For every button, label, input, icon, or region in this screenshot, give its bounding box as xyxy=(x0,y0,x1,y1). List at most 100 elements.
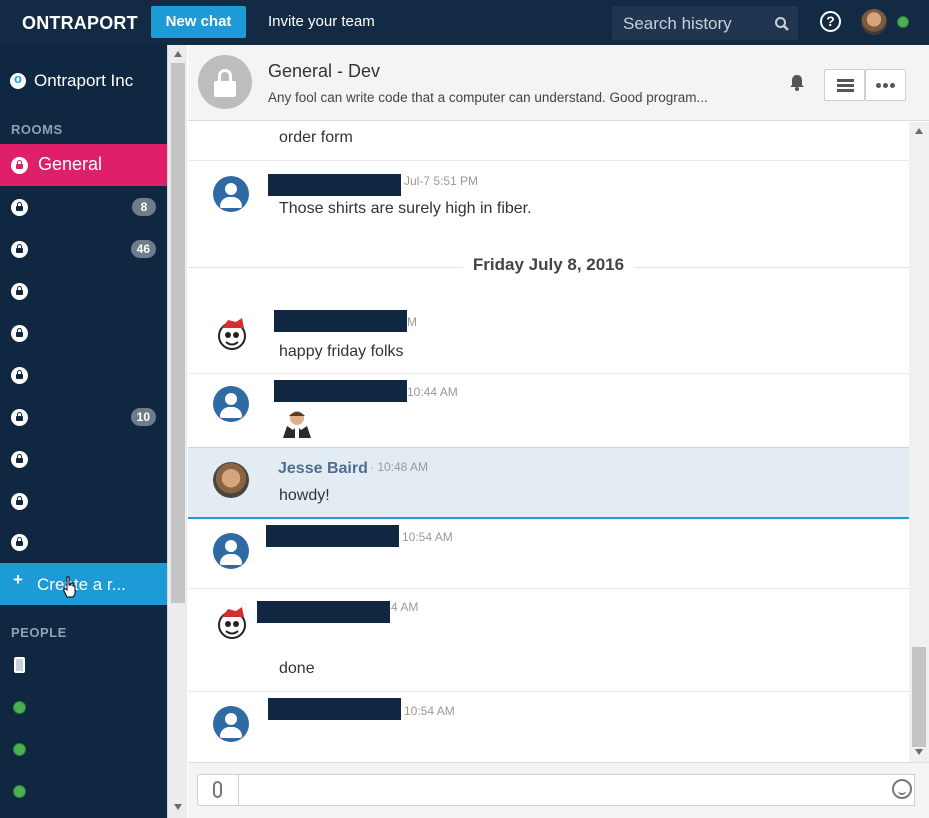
sidebar-person[interactable] xyxy=(0,771,167,813)
sidebar-person[interactable] xyxy=(0,729,167,771)
message-composer xyxy=(188,762,929,818)
user-avatar[interactable] xyxy=(861,9,887,35)
scroll-up-icon[interactable] xyxy=(174,51,182,57)
room-title[interactable]: General - Dev xyxy=(268,61,380,82)
sidebar-person[interactable] xyxy=(0,687,167,729)
room-list-button[interactable] xyxy=(824,69,865,101)
message-item: M happy friday folks xyxy=(188,300,909,374)
online-status-icon xyxy=(13,785,26,798)
messages-scrollbar[interactable] xyxy=(909,122,929,762)
scrollbar-thumb[interactable] xyxy=(171,63,185,603)
lock-icon xyxy=(11,493,28,510)
jesse-baird-avatar[interactable] xyxy=(213,462,249,498)
redacted-username xyxy=(274,380,407,402)
sidebar-scrollbar[interactable] xyxy=(167,45,187,818)
room-header: General - Dev Any fool can write code th… xyxy=(188,45,929,121)
redacted-username xyxy=(268,174,401,196)
mascot-avatar[interactable] xyxy=(214,605,250,641)
sidebar: Ontraport Inc ROOMS General 8 46 10 + Cr… xyxy=(0,45,167,818)
message-item: 10:54 AM xyxy=(188,692,909,762)
message-item: 4 AM done xyxy=(188,589,909,692)
scroll-down-icon[interactable] xyxy=(174,804,182,810)
create-room-button[interactable]: + Create a r... xyxy=(0,563,167,605)
group-icon xyxy=(11,451,28,468)
online-status-icon xyxy=(13,743,26,756)
sidebar-room[interactable] xyxy=(0,270,167,312)
top-bar: ONTRAPORT New chat Invite your team Sear… xyxy=(0,0,929,45)
sticker-image xyxy=(283,411,311,438)
lock-icon xyxy=(11,283,28,300)
org-logo-icon xyxy=(10,71,26,89)
message-text: happy friday folks xyxy=(279,343,404,360)
message-timestamp: 4 AM xyxy=(391,600,419,614)
message-author[interactable]: Jesse Baird xyxy=(278,460,368,478)
sidebar-room[interactable]: 10 xyxy=(0,396,167,438)
scroll-up-icon[interactable] xyxy=(915,128,923,134)
attach-file-button[interactable] xyxy=(197,774,239,806)
message-timestamp: 10:44 AM xyxy=(407,385,458,399)
sidebar-room[interactable] xyxy=(0,354,167,396)
group-icon xyxy=(11,241,28,258)
sidebar-room-general[interactable]: General xyxy=(0,144,167,186)
online-status-icon xyxy=(897,16,909,28)
redacted-username xyxy=(268,698,401,720)
sidebar-room[interactable] xyxy=(0,521,167,563)
message-timestamp: M xyxy=(407,315,417,329)
mascot-avatar[interactable] xyxy=(214,316,250,352)
search-icon[interactable] xyxy=(774,16,790,32)
unread-badge: 8 xyxy=(132,198,156,216)
message-text: done xyxy=(279,660,315,677)
redacted-username xyxy=(274,310,407,332)
unread-badge: 10 xyxy=(130,408,156,426)
message-input[interactable] xyxy=(239,774,915,806)
message-item: 10:44 AM xyxy=(188,374,909,448)
sidebar-room[interactable]: 46 xyxy=(0,228,167,270)
plus-icon: + xyxy=(13,570,23,589)
help-icon[interactable]: ? xyxy=(820,11,841,32)
sidebar-room[interactable] xyxy=(0,312,167,354)
room-topic: Any fool can write code that a computer … xyxy=(268,90,708,105)
org-switcher[interactable]: Ontraport Inc xyxy=(10,71,133,91)
search-history-input[interactable]: Search history xyxy=(612,6,798,40)
paperclip-icon xyxy=(213,781,222,798)
message-timestamp: 10:54 AM xyxy=(402,530,453,544)
message-item: Jul-7 5:51 PM Those shirts are surely hi… xyxy=(188,161,909,268)
mobile-icon xyxy=(14,657,25,673)
lock-icon xyxy=(11,157,28,174)
new-chat-button[interactable]: New chat xyxy=(151,6,246,38)
message-text: howdy! xyxy=(279,487,330,504)
more-options-button[interactable] xyxy=(865,69,906,101)
hand-cursor-icon xyxy=(63,576,76,598)
scrollbar-thumb[interactable] xyxy=(912,647,926,747)
room-avatar xyxy=(198,55,252,109)
invite-team-link[interactable]: Invite your team xyxy=(268,13,375,30)
create-room-label: Create a r... xyxy=(37,575,126,594)
user-avatar[interactable] xyxy=(213,706,249,742)
app-logo[interactable]: ONTRAPORT xyxy=(22,13,138,34)
rooms-section-label: ROOMS xyxy=(11,122,63,137)
sidebar-room[interactable] xyxy=(0,438,167,480)
org-name: Ontraport Inc xyxy=(34,71,134,90)
message-item: 10:54 AM xyxy=(188,519,909,589)
bell-icon[interactable] xyxy=(788,74,806,92)
lock-icon xyxy=(11,409,28,426)
redacted-username xyxy=(257,601,390,623)
scroll-down-icon[interactable] xyxy=(915,749,923,755)
message-timestamp: Jul-7 5:51 PM xyxy=(404,174,479,188)
message-item: order form xyxy=(188,122,909,161)
lock-icon xyxy=(11,367,28,384)
redacted-username xyxy=(266,525,399,547)
user-avatar[interactable] xyxy=(213,176,249,212)
user-avatar[interactable] xyxy=(213,533,249,569)
sidebar-room[interactable]: 8 xyxy=(0,186,167,228)
sidebar-room[interactable] xyxy=(0,480,167,522)
message-item-highlighted: Jesse Baird · 10:48 AM howdy! xyxy=(188,447,909,519)
message-timestamp: 10:54 AM xyxy=(404,704,455,718)
emoji-icon[interactable] xyxy=(892,779,912,799)
user-avatar[interactable] xyxy=(213,386,249,422)
lock-icon xyxy=(11,325,28,342)
message-list[interactable]: order form Jul-7 5:51 PM Those shirts ar… xyxy=(188,122,909,762)
message-text: Those shirts are surely high in fiber. xyxy=(279,200,532,217)
lock-icon xyxy=(11,199,28,216)
sidebar-person[interactable] xyxy=(0,645,167,687)
